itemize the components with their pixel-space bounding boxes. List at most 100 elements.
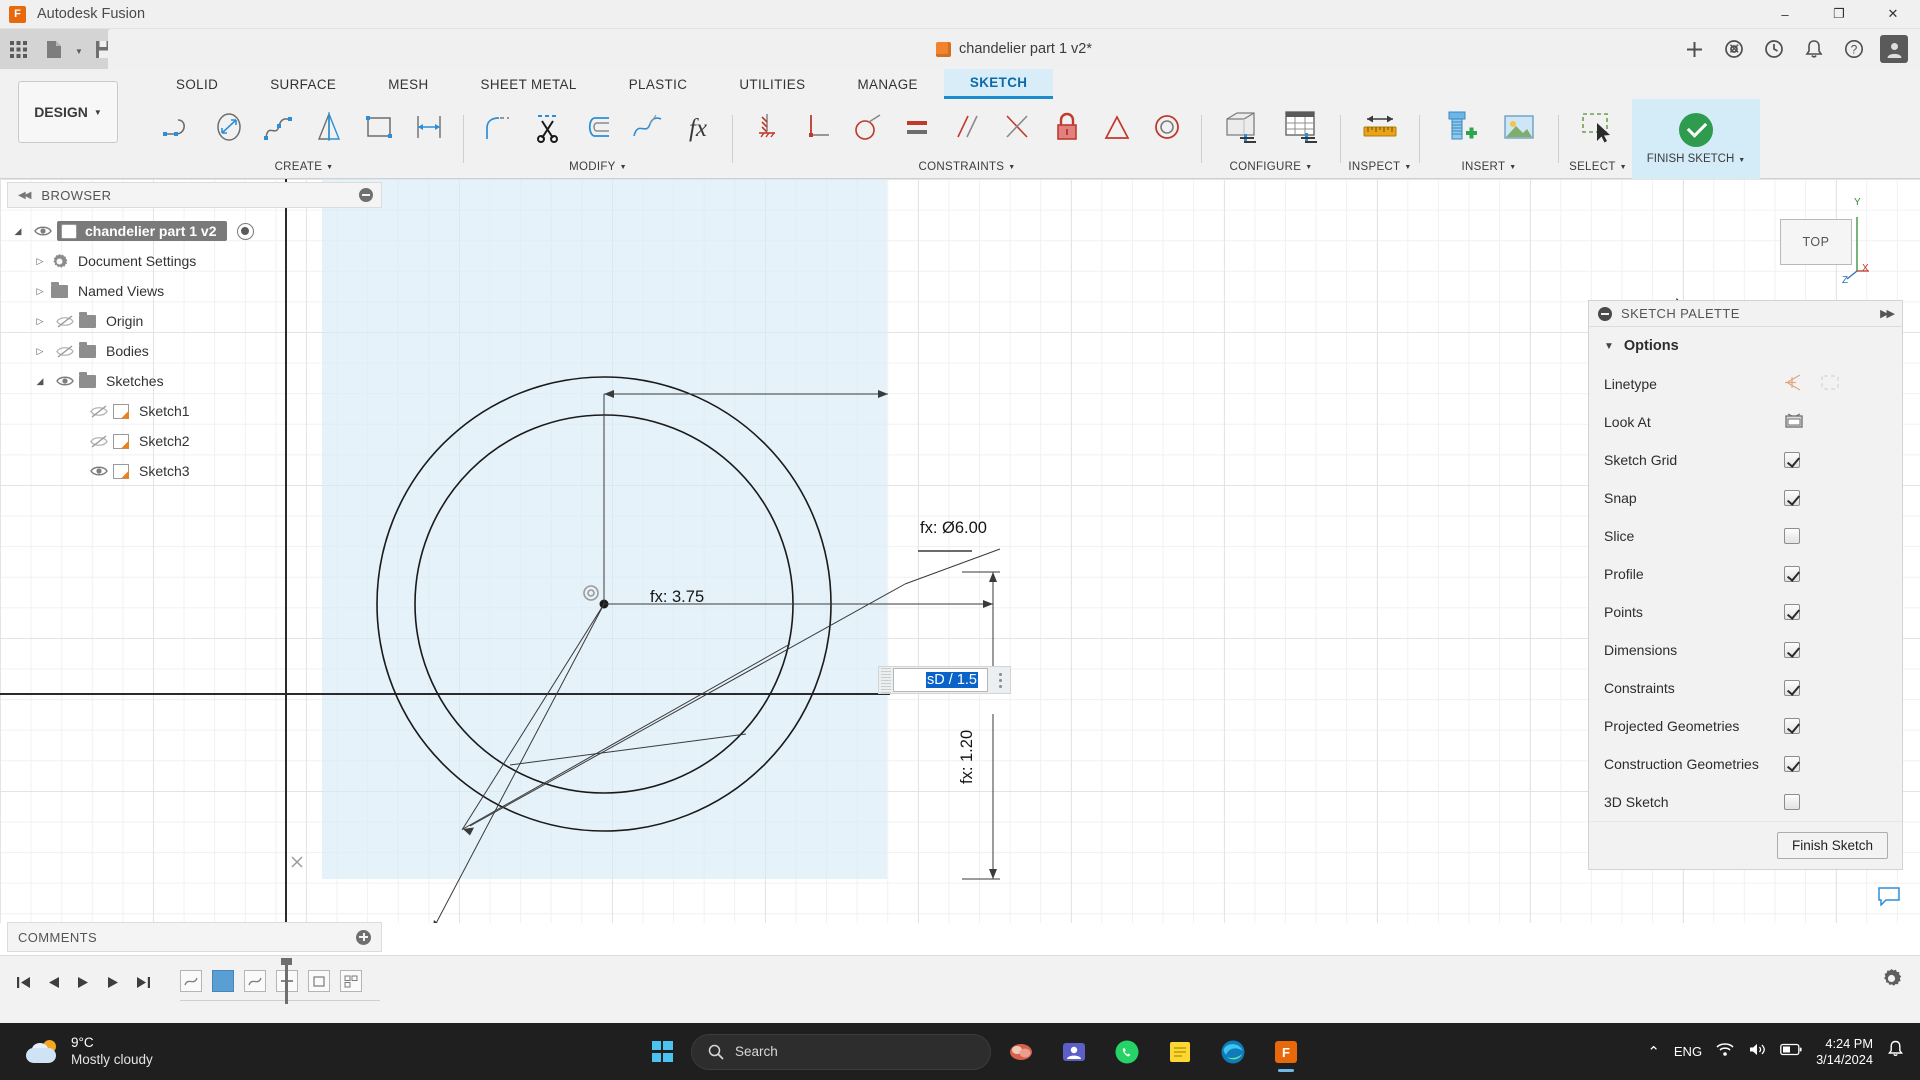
weather-widget[interactable]: 9°C Mostly cloudy [26, 1035, 153, 1069]
timeline-marker[interactable] [281, 958, 292, 1004]
construction-geometries-checkbox[interactable] [1784, 756, 1800, 772]
tab-utilities[interactable]: UTILITIES [713, 69, 831, 99]
tree-row-sketch1[interactable]: Sketch1 [7, 396, 382, 426]
expand-twisty-icon[interactable]: ▷ [29, 316, 51, 327]
tree-row-bodies[interactable]: ▷ Bodies [7, 336, 382, 366]
timeline-feature-sketch1[interactable] [180, 970, 202, 992]
normal-linetype-icon[interactable] [1784, 374, 1804, 394]
panel-label-insert[interactable]: INSERT ▼ [1425, 155, 1553, 179]
tree-row-named-views[interactable]: ▷ Named Views [7, 276, 382, 306]
visibility-eye-icon[interactable] [85, 465, 113, 477]
slice-checkbox[interactable] [1784, 528, 1800, 544]
expand-twisty-icon[interactable]: ◢ [7, 226, 29, 237]
language-indicator[interactable]: ENG [1674, 1044, 1702, 1059]
palette-row-dimensions[interactable]: Dimensions [1589, 631, 1902, 669]
tree-row-sketch2[interactable]: Sketch2 [7, 426, 382, 456]
palette-row-constraints[interactable]: Constraints [1589, 669, 1902, 707]
visibility-eye-off-icon[interactable] [51, 344, 79, 358]
palette-row-snap[interactable]: Snap [1589, 479, 1902, 517]
add-tab-icon[interactable] [1674, 29, 1714, 69]
profile-checkbox[interactable] [1784, 566, 1800, 582]
app-grid-icon[interactable] [0, 32, 36, 66]
expand-twisty-icon[interactable]: ▷ [29, 346, 51, 357]
look-at-icon[interactable] [1784, 412, 1804, 432]
panel-label-inspect[interactable]: INSPECT ▼ [1346, 155, 1414, 179]
activate-component-radio[interactable] [236, 222, 254, 240]
teams-icon[interactable] [1051, 1030, 1097, 1074]
tab-plastic[interactable]: PLASTIC [603, 69, 714, 99]
clock[interactable]: 4:24 PM 3/14/2024 [1816, 1036, 1873, 1068]
diameter-dimension-text[interactable]: fx: Ø6.00 [920, 519, 987, 538]
constraints-checkbox[interactable] [1784, 680, 1800, 696]
panel-label-configure[interactable]: CONFIGURE ▼ [1207, 155, 1335, 179]
step-back-icon[interactable] [38, 968, 68, 996]
measure-tool-icon[interactable] [1350, 101, 1410, 153]
3d-sketch-checkbox[interactable] [1784, 794, 1800, 810]
sketch-palette-header[interactable]: SKETCH PALETTE ▶▶ [1589, 301, 1902, 327]
tray-expand-chevron-icon[interactable]: ⌃ [1647, 1043, 1660, 1061]
tab-sheet-metal[interactable]: SHEET METAL [455, 69, 603, 99]
visibility-eye-off-icon[interactable] [85, 404, 113, 418]
points-checkbox[interactable] [1784, 604, 1800, 620]
volume-icon[interactable] [1748, 1042, 1766, 1062]
configure-table-icon[interactable] [1271, 101, 1331, 153]
tab-surface[interactable]: SURFACE [244, 69, 362, 99]
palette-row-profile[interactable]: Profile [1589, 555, 1902, 593]
tangent-constraint-icon[interactable] [842, 101, 892, 153]
palette-row-3d-sketch[interactable]: 3D Sketch [1589, 783, 1902, 821]
finish-sketch-button[interactable]: Finish Sketch [1776, 832, 1888, 859]
minimize-button[interactable]: – [1758, 0, 1812, 29]
palette-row-points[interactable]: Points [1589, 593, 1902, 631]
parallel-constraint-icon[interactable] [942, 101, 992, 153]
avatar[interactable] [1874, 29, 1914, 69]
symmetry-constraint-icon[interactable] [1092, 101, 1142, 153]
palette-row-sketch-grid[interactable]: Sketch Grid [1589, 441, 1902, 479]
windows-start-icon[interactable] [640, 1030, 684, 1074]
tab-sketch[interactable]: SKETCH [943, 69, 1054, 99]
dimensions-checkbox[interactable] [1784, 642, 1800, 658]
browser-header[interactable]: ◀◀ BROWSER [7, 182, 382, 208]
battery-icon[interactable] [1780, 1043, 1802, 1061]
copilot-icon[interactable] [998, 1030, 1044, 1074]
radius-dimension-text[interactable]: fx: 3.75 [650, 588, 704, 607]
palette-row-construction-geometries[interactable]: Construction Geometries [1589, 745, 1902, 783]
root-node-selected[interactable]: chandelier part 1 v2 [57, 221, 227, 241]
comments-panel[interactable]: COMMENTS [7, 922, 382, 952]
comment-bubble-icon[interactable] [1878, 887, 1900, 911]
collapse-icon[interactable]: ◀◀ [18, 190, 31, 201]
insert-image-icon[interactable] [1489, 101, 1549, 153]
panel-label-constraints[interactable]: CONSTRAINTS ▼ [738, 155, 1196, 179]
curvature-tool-icon[interactable] [623, 101, 673, 153]
collapse-twisty-icon[interactable]: ◢ [29, 376, 51, 387]
dimension-value-input[interactable]: sD / 1.5 [893, 668, 988, 692]
offset-tool-icon[interactable] [573, 101, 623, 153]
panel-finish-sketch[interactable]: FINISH SKETCH ▼ [1632, 99, 1760, 179]
whatsapp-icon[interactable] [1104, 1030, 1150, 1074]
timeline-feature-sketch2[interactable] [244, 970, 266, 992]
palette-row-look-at[interactable]: Look At [1589, 403, 1902, 441]
tree-row-root[interactable]: ◢ chandelier part 1 v2 [7, 216, 382, 246]
palette-expand-icon[interactable]: ▶▶ [1880, 307, 1895, 320]
construction-linetype-icon[interactable] [1820, 374, 1840, 394]
tab-mesh[interactable]: MESH [362, 69, 454, 99]
timeline-feature-extrude[interactable] [212, 970, 234, 992]
rectangle-tool-icon[interactable] [354, 101, 404, 153]
browser-minimize-icon[interactable] [359, 188, 373, 202]
lock-constraint-icon[interactable] [1042, 101, 1092, 153]
dimension-value-editor[interactable]: sD / 1.5 [878, 666, 1011, 694]
jobs-status-icon[interactable] [1754, 29, 1794, 69]
vertical-dimension-text[interactable]: fx: 1.20 [958, 730, 977, 784]
maximize-button[interactable]: ❐ [1812, 0, 1866, 29]
visibility-eye-off-icon[interactable] [85, 434, 113, 448]
visibility-eye-icon[interactable] [51, 375, 79, 387]
palette-minimize-icon[interactable] [1598, 306, 1612, 321]
panel-label-select[interactable]: SELECT ▼ [1564, 155, 1632, 179]
help-icon[interactable]: ? [1834, 29, 1874, 69]
more-options-icon[interactable] [990, 667, 1010, 693]
spline-tool-icon[interactable] [254, 101, 304, 153]
timeline-track[interactable] [180, 958, 380, 1008]
sketch-grid-checkbox[interactable] [1784, 452, 1800, 468]
notification-bell-icon[interactable] [1887, 1040, 1904, 1063]
wifi-icon[interactable] [1716, 1042, 1734, 1062]
palette-row-slice[interactable]: Slice [1589, 517, 1902, 555]
